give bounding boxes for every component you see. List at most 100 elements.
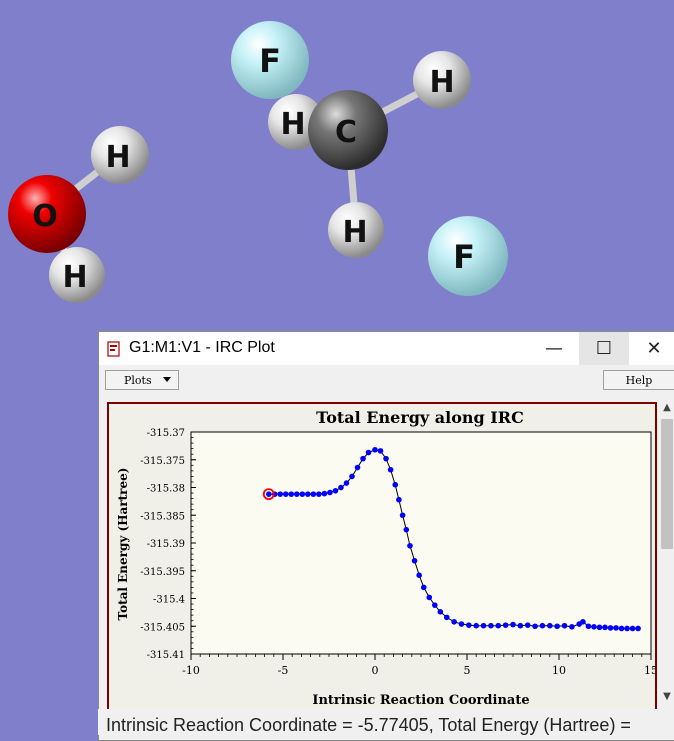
x-tick-label: 15 (644, 664, 655, 677)
scroll-up-icon[interactable]: ▲ (658, 402, 674, 418)
data-point[interactable] (554, 623, 560, 630)
data-point[interactable] (443, 614, 450, 621)
data-point[interactable] (569, 624, 575, 630)
data-point[interactable] (354, 464, 361, 471)
data-point[interactable] (502, 622, 509, 628)
data-point[interactable] (591, 624, 597, 630)
data-point[interactable] (266, 491, 272, 497)
y-tick-label: -315.395 (140, 567, 185, 578)
data-point[interactable] (596, 624, 603, 631)
y-tick-label: -315.38 (147, 484, 185, 495)
close-button[interactable]: ✕ (629, 332, 674, 365)
svg-text:H: H (342, 215, 367, 250)
data-point[interactable] (360, 455, 366, 462)
atom-C[interactable]: C (308, 90, 388, 170)
data-point[interactable] (473, 622, 480, 629)
data-point[interactable] (403, 526, 410, 533)
data-point[interactable] (426, 594, 433, 601)
svg-text:F: F (453, 238, 475, 276)
data-point[interactable] (561, 622, 568, 629)
data-point[interactable] (466, 622, 472, 628)
molecule-view[interactable]: F H C H H F H O H (0, 0, 674, 335)
help-button[interactable]: Help (603, 370, 674, 390)
data-point[interactable] (332, 488, 339, 494)
data-point[interactable] (349, 473, 355, 480)
data-point[interactable] (383, 455, 389, 462)
data-point[interactable] (585, 623, 592, 630)
chart-title: Total Energy along IRC (316, 408, 524, 427)
data-point[interactable] (321, 490, 328, 497)
data-point[interactable] (618, 625, 625, 632)
data-point[interactable] (316, 491, 322, 497)
data-point[interactable] (372, 446, 378, 453)
data-point[interactable] (420, 584, 427, 591)
data-point[interactable] (277, 491, 284, 497)
title-bar[interactable]: G1:M1:V1 - IRC Plot — ☐ ✕ (99, 332, 674, 365)
data-point[interactable] (495, 622, 502, 629)
atom-H3[interactable]: H (328, 202, 384, 258)
maximize-button[interactable]: ☐ (579, 332, 629, 365)
maximize-icon: ☐ (595, 338, 613, 359)
atom-F1[interactable]: F (231, 21, 309, 99)
irc-chart[interactable]: Total Energy along IRC Total Energy (Har… (109, 404, 658, 730)
data-point[interactable] (377, 448, 384, 454)
data-point[interactable] (480, 622, 487, 629)
atom-F2[interactable]: F (428, 216, 508, 296)
scroll-down-icon[interactable]: ▼ (658, 691, 674, 707)
data-point[interactable] (299, 491, 306, 497)
data-point[interactable] (635, 625, 641, 632)
data-point[interactable] (282, 491, 289, 497)
svg-text:O: O (32, 199, 58, 234)
data-point[interactable] (488, 622, 494, 629)
data-point[interactable] (365, 449, 372, 456)
data-point[interactable] (613, 625, 619, 631)
data-point[interactable] (305, 491, 311, 497)
plot-area[interactable]: Total Energy along IRC Total Energy (Har… (107, 402, 658, 732)
data-point[interactable] (387, 466, 394, 473)
data-point[interactable] (399, 512, 406, 519)
data-point[interactable] (411, 557, 418, 564)
data-point[interactable] (294, 491, 300, 497)
minimize-button[interactable]: — (529, 332, 579, 365)
status-text: Intrinsic Reaction Coordinate = -5.77405… (106, 715, 631, 735)
data-point[interactable] (607, 625, 614, 631)
atom-H4[interactable]: H (91, 126, 149, 184)
data-point[interactable] (510, 621, 516, 628)
data-point[interactable] (416, 572, 422, 578)
irc-plot-window[interactable]: G1:M1:V1 - IRC Plot — ☐ ✕ Plots Help Tot… (98, 331, 674, 741)
vertical-scrollbar[interactable]: ▲ ▼ (658, 402, 674, 707)
data-point[interactable] (392, 481, 399, 488)
plots-menu-button[interactable]: Plots (105, 370, 179, 390)
y-tick-label: -315.37 (147, 428, 185, 439)
toolbar: Plots Help (99, 365, 674, 397)
atom-H2[interactable]: H (413, 51, 471, 109)
data-point[interactable] (602, 624, 608, 631)
data-point[interactable] (451, 619, 457, 625)
data-point[interactable] (288, 491, 295, 497)
x-tick-label: -5 (278, 664, 289, 677)
data-point[interactable] (310, 491, 317, 497)
data-point[interactable] (517, 622, 524, 629)
data-point[interactable] (629, 625, 636, 632)
x-tick-label: 0 (372, 664, 379, 677)
data-point[interactable] (338, 484, 344, 491)
data-point[interactable] (343, 480, 350, 486)
data-point[interactable] (524, 622, 531, 628)
data-point[interactable] (458, 621, 465, 627)
x-axis-label: Intrinsic Reaction Coordinate (312, 693, 529, 708)
data-point[interactable] (547, 622, 553, 629)
data-point[interactable] (624, 625, 630, 632)
data-point[interactable] (327, 489, 333, 496)
window-title: G1:M1:V1 - IRC Plot (129, 339, 275, 356)
atom-H5[interactable]: H (49, 247, 105, 303)
data-point[interactable] (580, 619, 586, 625)
data-point[interactable] (532, 623, 538, 630)
data-point[interactable] (407, 542, 413, 549)
scroll-thumb[interactable] (661, 419, 673, 549)
status-bar: Intrinsic Reaction Coordinate = -5.77405… (98, 709, 674, 735)
atom-O[interactable]: O (8, 175, 86, 253)
data-point[interactable] (539, 622, 546, 629)
data-point[interactable] (396, 496, 402, 503)
data-point[interactable] (437, 609, 444, 615)
data-point[interactable] (432, 602, 438, 608)
